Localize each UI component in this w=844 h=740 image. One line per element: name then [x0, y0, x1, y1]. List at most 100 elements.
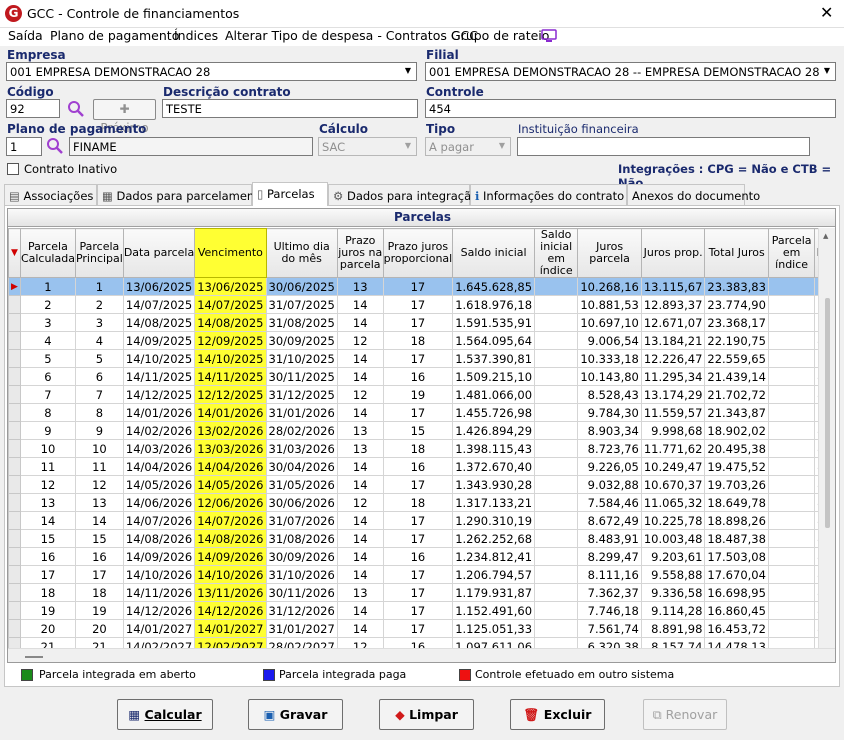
table-cell[interactable]: 13.174,29	[640, 385, 706, 404]
gravar-button[interactable]: ▣ Gravar	[248, 699, 343, 730]
descricao-input[interactable]: TESTE	[162, 99, 418, 118]
table-cell[interactable]: 10.268,16	[577, 277, 642, 296]
table-row[interactable]: 13 13 14/06/2026 12/06/2026 30/06/2026 12 18 1.…	[8, 493, 835, 512]
table-cell[interactable]: 17	[382, 565, 454, 584]
table-cell[interactable]	[534, 619, 579, 638]
col-header[interactable]: Ultimo dia do mês	[265, 228, 338, 278]
table-cell[interactable]	[767, 511, 816, 530]
scroll-thumb[interactable]	[825, 298, 830, 528]
table-cell[interactable]: 1.455.726,98	[452, 403, 536, 422]
table-cell[interactable]: 13/06/2025	[122, 277, 196, 296]
row-indicator[interactable]	[8, 367, 21, 386]
table-cell[interactable]	[534, 547, 579, 566]
table-cell[interactable]: 17	[382, 349, 454, 368]
table-cell[interactable]	[534, 493, 579, 512]
table-cell[interactable]: 31/10/2025	[265, 349, 338, 368]
table-cell[interactable]: 16	[74, 547, 124, 566]
table-cell[interactable]: 9	[74, 421, 124, 440]
table-cell[interactable]: 14/12/2025	[122, 385, 196, 404]
table-cell[interactable]	[534, 331, 579, 350]
table-cell[interactable]: 18	[74, 583, 124, 602]
plano-name-input[interactable]: FINAME	[69, 137, 313, 156]
table-cell[interactable]: 6	[74, 367, 124, 386]
table-cell[interactable]: 10	[74, 439, 124, 458]
menu-grupo-rateio[interactable]: Grupo de rateio	[451, 28, 549, 43]
vencimento-cell[interactable]: 12/06/2026	[194, 493, 267, 512]
table-cell[interactable]: 14/11/2026	[122, 583, 196, 602]
table-cell[interactable]: 1.481.066,00	[452, 385, 536, 404]
row-indicator[interactable]	[8, 601, 21, 620]
calcular-button[interactable]: ▦ Calcular	[117, 699, 213, 730]
table-cell[interactable]: 31/03/2026	[265, 439, 338, 458]
table-cell[interactable]	[767, 421, 816, 440]
tab-anexos[interactable]: Anexos do documento	[627, 184, 760, 205]
table-cell[interactable]	[767, 403, 816, 422]
table-cell[interactable]: 15	[382, 421, 454, 440]
chevron-down-icon[interactable]: ▼	[494, 138, 510, 155]
table-cell[interactable]: 14/09/2025	[122, 331, 196, 350]
horizontal-scrollbar[interactable]	[8, 648, 835, 662]
table-cell[interactable]: 16.860,45	[704, 601, 769, 620]
table-cell[interactable]: 13	[336, 439, 384, 458]
vencimento-cell[interactable]: 13/06/2025	[194, 277, 267, 296]
vencimento-cell[interactable]: 12/09/2025	[194, 331, 267, 350]
vencimento-cell[interactable]: 14/01/2026	[194, 403, 267, 422]
table-cell[interactable]: 17	[382, 313, 454, 332]
table-cell[interactable]	[767, 385, 816, 404]
table-cell[interactable]: 7.561,74	[577, 619, 642, 638]
vencimento-cell[interactable]: 14/08/2025	[194, 313, 267, 332]
table-cell[interactable]: 13.115,67	[640, 277, 706, 296]
table-row[interactable]: 3 3 14/08/2025 14/08/2025 31/08/2025 14 17 1.59…	[8, 313, 835, 332]
table-cell[interactable]: 11	[19, 457, 76, 476]
table-cell[interactable]: 1.509.215,10	[452, 367, 536, 386]
col-header[interactable]: Data parcela	[122, 228, 196, 278]
table-cell[interactable]	[767, 277, 816, 296]
vencimento-cell[interactable]: 14/07/2026	[194, 511, 267, 530]
table-cell[interactable]	[767, 493, 816, 512]
table-cell[interactable]	[767, 475, 816, 494]
table-cell[interactable]: 8.528,43	[577, 385, 642, 404]
table-cell[interactable]: 14	[336, 601, 384, 620]
table-cell[interactable]: 21.702,72	[704, 385, 769, 404]
table-cell[interactable]: 10.333,18	[577, 349, 642, 368]
table-cell[interactable]: 14/08/2025	[122, 313, 196, 332]
table-row[interactable]: 17 17 14/10/2026 14/10/2026 31/10/2026 14 17 1.…	[8, 565, 835, 584]
table-cell[interactable]	[534, 601, 579, 620]
table-cell[interactable]	[534, 403, 579, 422]
table-row[interactable]: 19 19 14/12/2026 14/12/2026 31/12/2026 14 17 1.…	[8, 601, 835, 620]
vencimento-cell[interactable]: 14/12/2026	[194, 601, 267, 620]
col-header[interactable]: Saldo inicial em índice	[534, 228, 579, 278]
table-cell[interactable]: 14/10/2025	[122, 349, 196, 368]
table-cell[interactable]: 8.891,98	[640, 619, 706, 638]
table-cell[interactable]: 31/01/2027	[265, 619, 338, 638]
table-cell[interactable]: 9.203,61	[640, 547, 706, 566]
table-cell[interactable]: 12	[336, 331, 384, 350]
table-cell[interactable]: 15	[74, 529, 124, 548]
table-cell[interactable]	[767, 349, 816, 368]
table-cell[interactable]: 10.143,80	[577, 367, 642, 386]
table-cell[interactable]	[534, 367, 579, 386]
row-indicator[interactable]	[8, 493, 21, 512]
table-cell[interactable]: 1.591.535,91	[452, 313, 536, 332]
row-indicator[interactable]	[8, 421, 21, 440]
table-cell[interactable]: 14/01/2026	[122, 403, 196, 422]
table-cell[interactable]	[767, 601, 816, 620]
table-cell[interactable]: 17	[382, 475, 454, 494]
proximo-button[interactable]: ✚ Próximo	[93, 99, 156, 135]
table-cell[interactable]: 30/09/2026	[265, 547, 338, 566]
table-cell[interactable]: 8.903,34	[577, 421, 642, 440]
table-cell[interactable]: 31/08/2025	[265, 313, 338, 332]
table-cell[interactable]	[534, 385, 579, 404]
table-cell[interactable]: 12.893,37	[640, 295, 706, 314]
table-cell[interactable]: 14/07/2026	[122, 511, 196, 530]
row-indicator[interactable]	[8, 349, 21, 368]
table-cell[interactable]: 20.495,38	[704, 439, 769, 458]
vertical-scrollbar[interactable]: ▲	[818, 228, 835, 648]
table-cell[interactable]: 2	[19, 295, 76, 314]
table-cell[interactable]: 17	[382, 295, 454, 314]
table-cell[interactable]: 7	[19, 385, 76, 404]
vencimento-cell[interactable]: 14/07/2025	[194, 295, 267, 314]
table-cell[interactable]: 1	[74, 277, 124, 296]
table-cell[interactable]	[767, 313, 816, 332]
table-cell[interactable]	[767, 295, 816, 314]
